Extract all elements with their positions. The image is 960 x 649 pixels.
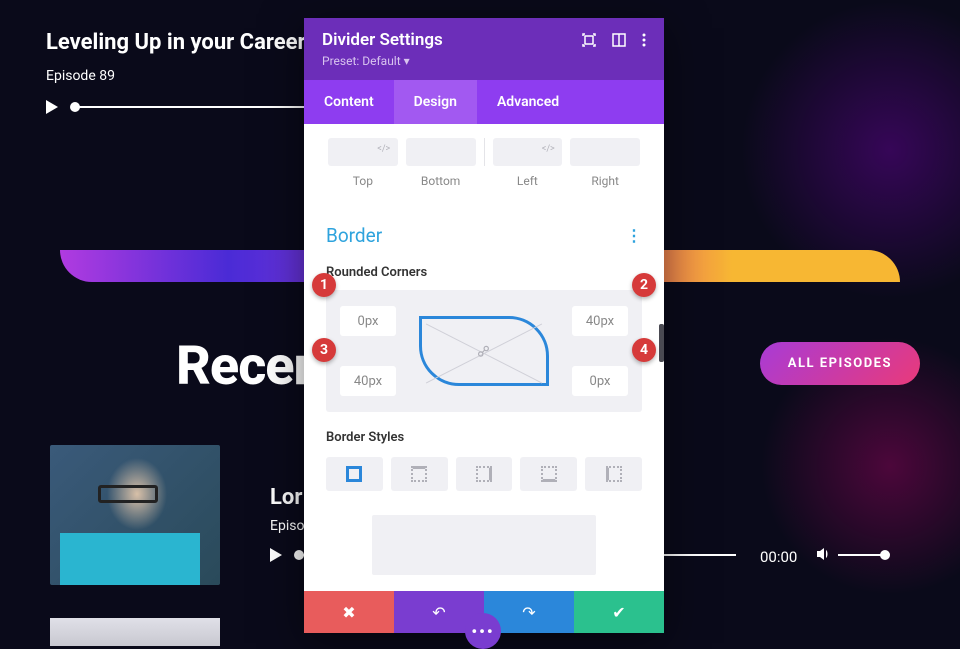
- spacing-label: Bottom: [406, 174, 476, 188]
- volume-icon[interactable]: [815, 546, 831, 562]
- episode-title: Lor: [270, 485, 302, 510]
- modal-body: </> Top Bottom </> Left Right Border ⋮ R…: [304, 124, 664, 591]
- spacing-right-input[interactable]: [570, 138, 640, 166]
- tab-advanced[interactable]: Advanced: [477, 80, 579, 124]
- divider-settings-modal: Divider Settings Preset: Default ▾ Conte…: [304, 18, 664, 633]
- episode-thumbnail-partial[interactable]: [50, 618, 220, 646]
- callout-badge-4: 4: [632, 338, 656, 362]
- all-episodes-button[interactable]: ALL EPISODES: [760, 342, 920, 385]
- volume-knob[interactable]: [880, 550, 890, 560]
- border-preview: [372, 515, 596, 575]
- callout-badge-2: 2: [632, 273, 656, 297]
- corner-bottom-right-input[interactable]: [572, 366, 628, 396]
- border-styles-row: [326, 457, 642, 491]
- border-style-all[interactable]: [326, 457, 383, 491]
- border-style-top[interactable]: [391, 457, 448, 491]
- play-icon[interactable]: [46, 100, 58, 114]
- time-display: 00:00: [760, 548, 797, 566]
- spacing-label: Right: [570, 174, 640, 188]
- corners-preview: ⚯: [419, 316, 549, 386]
- episode-number: Episode 89: [46, 68, 115, 84]
- spacing-left-input[interactable]: </>: [493, 138, 563, 166]
- spacing-label: Left: [493, 174, 563, 188]
- callout-badge-3: 3: [312, 338, 336, 362]
- spacing-inputs: </> Top Bottom </> Left Right: [326, 138, 642, 188]
- spacing-top-input[interactable]: </>: [328, 138, 398, 166]
- page-title: Leveling Up in your Career, w: [46, 30, 331, 55]
- border-style-bottom[interactable]: [520, 457, 577, 491]
- column-icon[interactable]: [612, 33, 626, 47]
- spacing-bottom-input[interactable]: [406, 138, 476, 166]
- section-more-icon[interactable]: ⋮: [626, 226, 642, 245]
- episode-thumbnail[interactable]: [50, 445, 220, 585]
- border-section-title[interactable]: Border: [326, 224, 382, 247]
- border-styles-label: Border Styles: [326, 430, 642, 445]
- expand-icon[interactable]: [582, 33, 596, 47]
- spacing-label: Top: [328, 174, 398, 188]
- corner-bottom-left-input[interactable]: [340, 366, 396, 396]
- progress-knob[interactable]: [294, 550, 304, 560]
- more-icon[interactable]: [642, 33, 646, 47]
- progress-knob[interactable]: [70, 102, 80, 112]
- callout-badge-1: 1: [312, 273, 336, 297]
- border-style-right[interactable]: [456, 457, 513, 491]
- tab-content[interactable]: Content: [304, 80, 394, 124]
- corner-top-left-input[interactable]: [340, 306, 396, 336]
- volume-track[interactable]: [838, 554, 886, 556]
- cancel-button[interactable]: ✖: [304, 591, 394, 633]
- tab-design[interactable]: Design: [394, 80, 477, 124]
- page-handle-button[interactable]: •••: [465, 613, 501, 649]
- episode-subtitle: Episo: [270, 518, 304, 534]
- scrollbar[interactable]: [659, 324, 664, 362]
- rounded-corners-label: Rounded Corners: [326, 265, 642, 280]
- border-style-left[interactable]: [585, 457, 642, 491]
- save-button[interactable]: ✔: [574, 591, 664, 633]
- corner-top-right-input[interactable]: [572, 306, 628, 336]
- modal-title: Divider Settings: [322, 30, 443, 50]
- modal-tabs: Content Design Advanced: [304, 80, 664, 124]
- modal-header: Divider Settings Preset: Default ▾: [304, 18, 664, 80]
- preset-dropdown[interactable]: Preset: Default ▾: [322, 54, 646, 68]
- rounded-corners-control: ⚯: [326, 290, 642, 412]
- play-icon[interactable]: [270, 548, 282, 562]
